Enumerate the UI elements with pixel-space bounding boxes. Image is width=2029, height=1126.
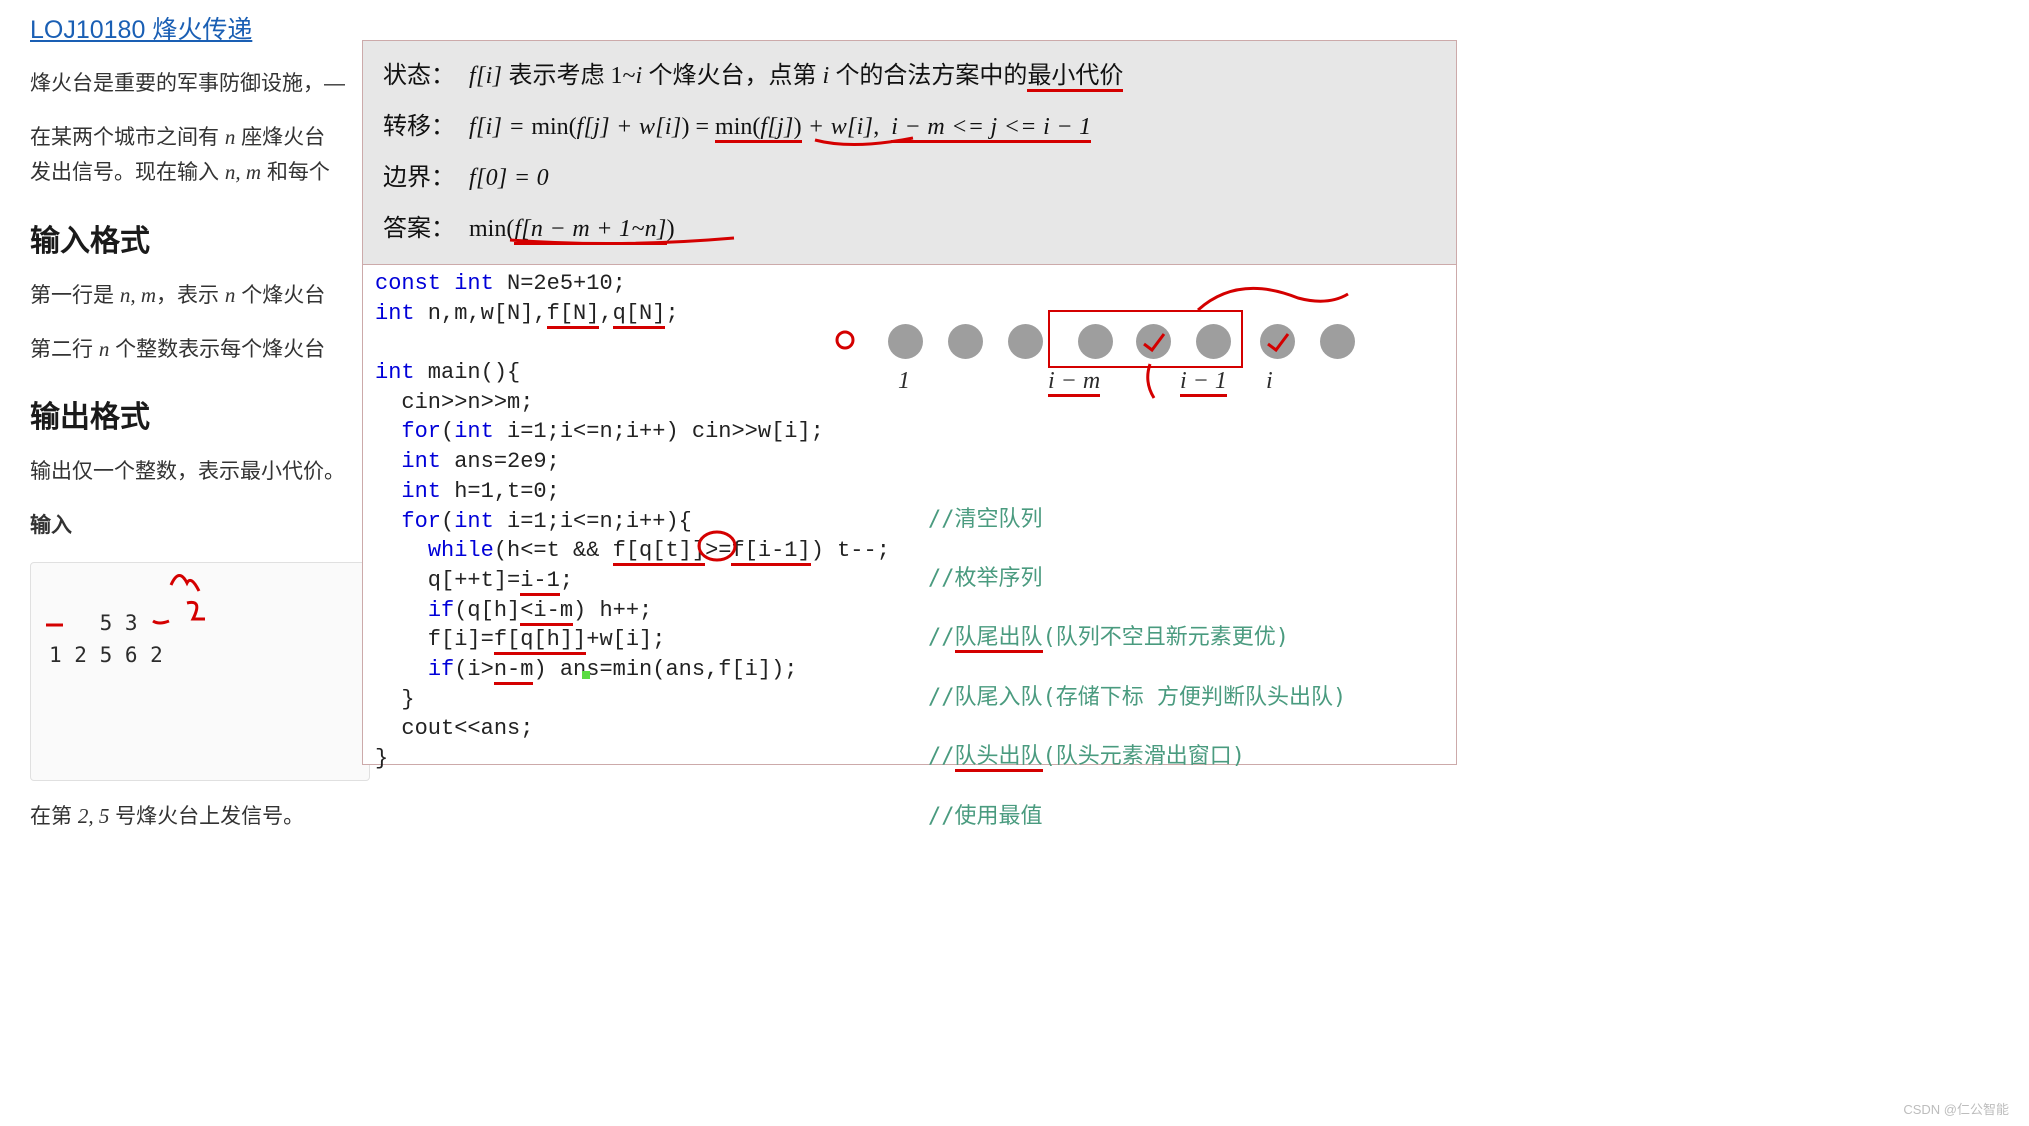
- label: 状态：: [383, 55, 455, 90]
- tick-icon: [1260, 324, 1295, 359]
- math-var: n: [225, 283, 236, 307]
- green-cursor-dot: [582, 671, 590, 679]
- paragraph-2: 在某两个城市之间有 n 座烽火台 发出信号。现在输入 n, m 和每个: [30, 120, 370, 191]
- label-i1: i − 1: [1180, 368, 1227, 395]
- watermark: CSDN @仁公智能: [1903, 1099, 2009, 1118]
- text: 个整数表示每个烽火台: [109, 338, 325, 361]
- math-var: n, m: [120, 283, 156, 307]
- sample-input-text: 5 3 1 2 5 6 2: [49, 611, 163, 667]
- label: 答案：: [383, 208, 455, 243]
- cmt-1: //清空队列: [928, 505, 1346, 535]
- window-rect: [1048, 310, 1243, 368]
- math: f[0] = 0: [469, 165, 549, 191]
- label: 边界：: [383, 157, 455, 192]
- text: 座烽火台: [235, 126, 325, 149]
- text: 第一行是: [30, 284, 120, 307]
- cmt-2: //枚举序列: [928, 564, 1346, 594]
- transfer-row: 转移： f[i] = min(f[j] + w[i]) = min(f[j]) …: [383, 106, 1436, 141]
- problem-title-link[interactable]: LOJ10180 烽火传递: [30, 10, 370, 46]
- text: ，表示: [156, 284, 225, 307]
- label-i: i: [1266, 368, 1273, 395]
- code-comments: //清空队列 //枚举序列 //队尾出队(队列不空且新元素更优) //队尾入队(…: [928, 475, 1346, 861]
- output-text: 输出仅一个整数，表示最小代价。: [30, 454, 370, 490]
- code-line-7: int ans=2e9;: [375, 447, 1444, 477]
- boundary-row: 边界： f[0] = 0: [383, 157, 1436, 192]
- text: 在某两个城市之间有: [30, 126, 225, 149]
- text: 号烽火台上发信号。: [109, 805, 304, 828]
- sample-input-box: 5 3 1 2 5 6 2: [30, 562, 370, 781]
- code-line-6: for(int i=1;i<=n;i++) cin>>w[i];: [375, 417, 1444, 447]
- circle-2: [948, 324, 983, 359]
- label-1: 1: [898, 368, 910, 395]
- annotation-sample: [31, 563, 251, 633]
- input-line1: 第一行是 n, m，表示 n 个烽火台: [30, 278, 370, 314]
- math-var: n: [99, 337, 110, 361]
- text: 在第: [30, 805, 78, 828]
- circle-3: [1008, 324, 1043, 359]
- math-var-nm: n, m: [225, 160, 261, 184]
- cmt-6: //使用最值: [928, 802, 1346, 832]
- text: 和每个: [261, 161, 330, 184]
- text: 个烽火台: [235, 284, 325, 307]
- label-im: i − m: [1048, 368, 1100, 395]
- cmt-4: //队尾入队(存储下标 方便判断队头出队): [928, 683, 1346, 713]
- math-derivation-panel: 状态： f[i] 表示考虑 1~i 个烽火台，点第 i 个的合法方案中的最小代价…: [362, 40, 1457, 265]
- circle-7: [1260, 324, 1295, 359]
- input-format-heading: 输入格式: [30, 216, 370, 260]
- after-sample: 在第 2, 5 号烽火台上发信号。: [30, 799, 370, 835]
- circle-8: [1320, 324, 1355, 359]
- label: 转移：: [383, 106, 455, 141]
- state-row: 状态： f[i] 表示考虑 1~i 个烽火台，点第 i 个的合法方案中的最小代价: [383, 55, 1436, 90]
- input-line2: 第二行 n 个整数表示每个烽火台: [30, 332, 370, 368]
- text: 第二行: [30, 338, 99, 361]
- text: 发出信号。现在输入: [30, 161, 225, 184]
- output-format-heading: 输出格式: [30, 392, 370, 436]
- cmt-5: //队头出队(队头元素滑出窗口): [928, 742, 1346, 772]
- answer-row: 答案： min(f[n − m + 1~n]): [383, 208, 1436, 243]
- problem-statement: LOJ10180 烽火传递 烽火台是重要的军事防御设施，— 在某两个城市之间有 …: [30, 10, 370, 853]
- annotation-divider: [1138, 362, 1162, 402]
- math-var-n: n: [225, 125, 236, 149]
- math-var: 2, 5: [78, 804, 110, 828]
- window-diagram: 1 i − m i − 1 i: [838, 286, 1358, 416]
- circle-1: [888, 324, 923, 359]
- cmt-3: //队尾出队(队列不空且新元素更优): [928, 623, 1346, 653]
- paragraph-1: 烽火台是重要的军事防御设施，—: [30, 66, 370, 102]
- input-label: 输入: [30, 508, 370, 544]
